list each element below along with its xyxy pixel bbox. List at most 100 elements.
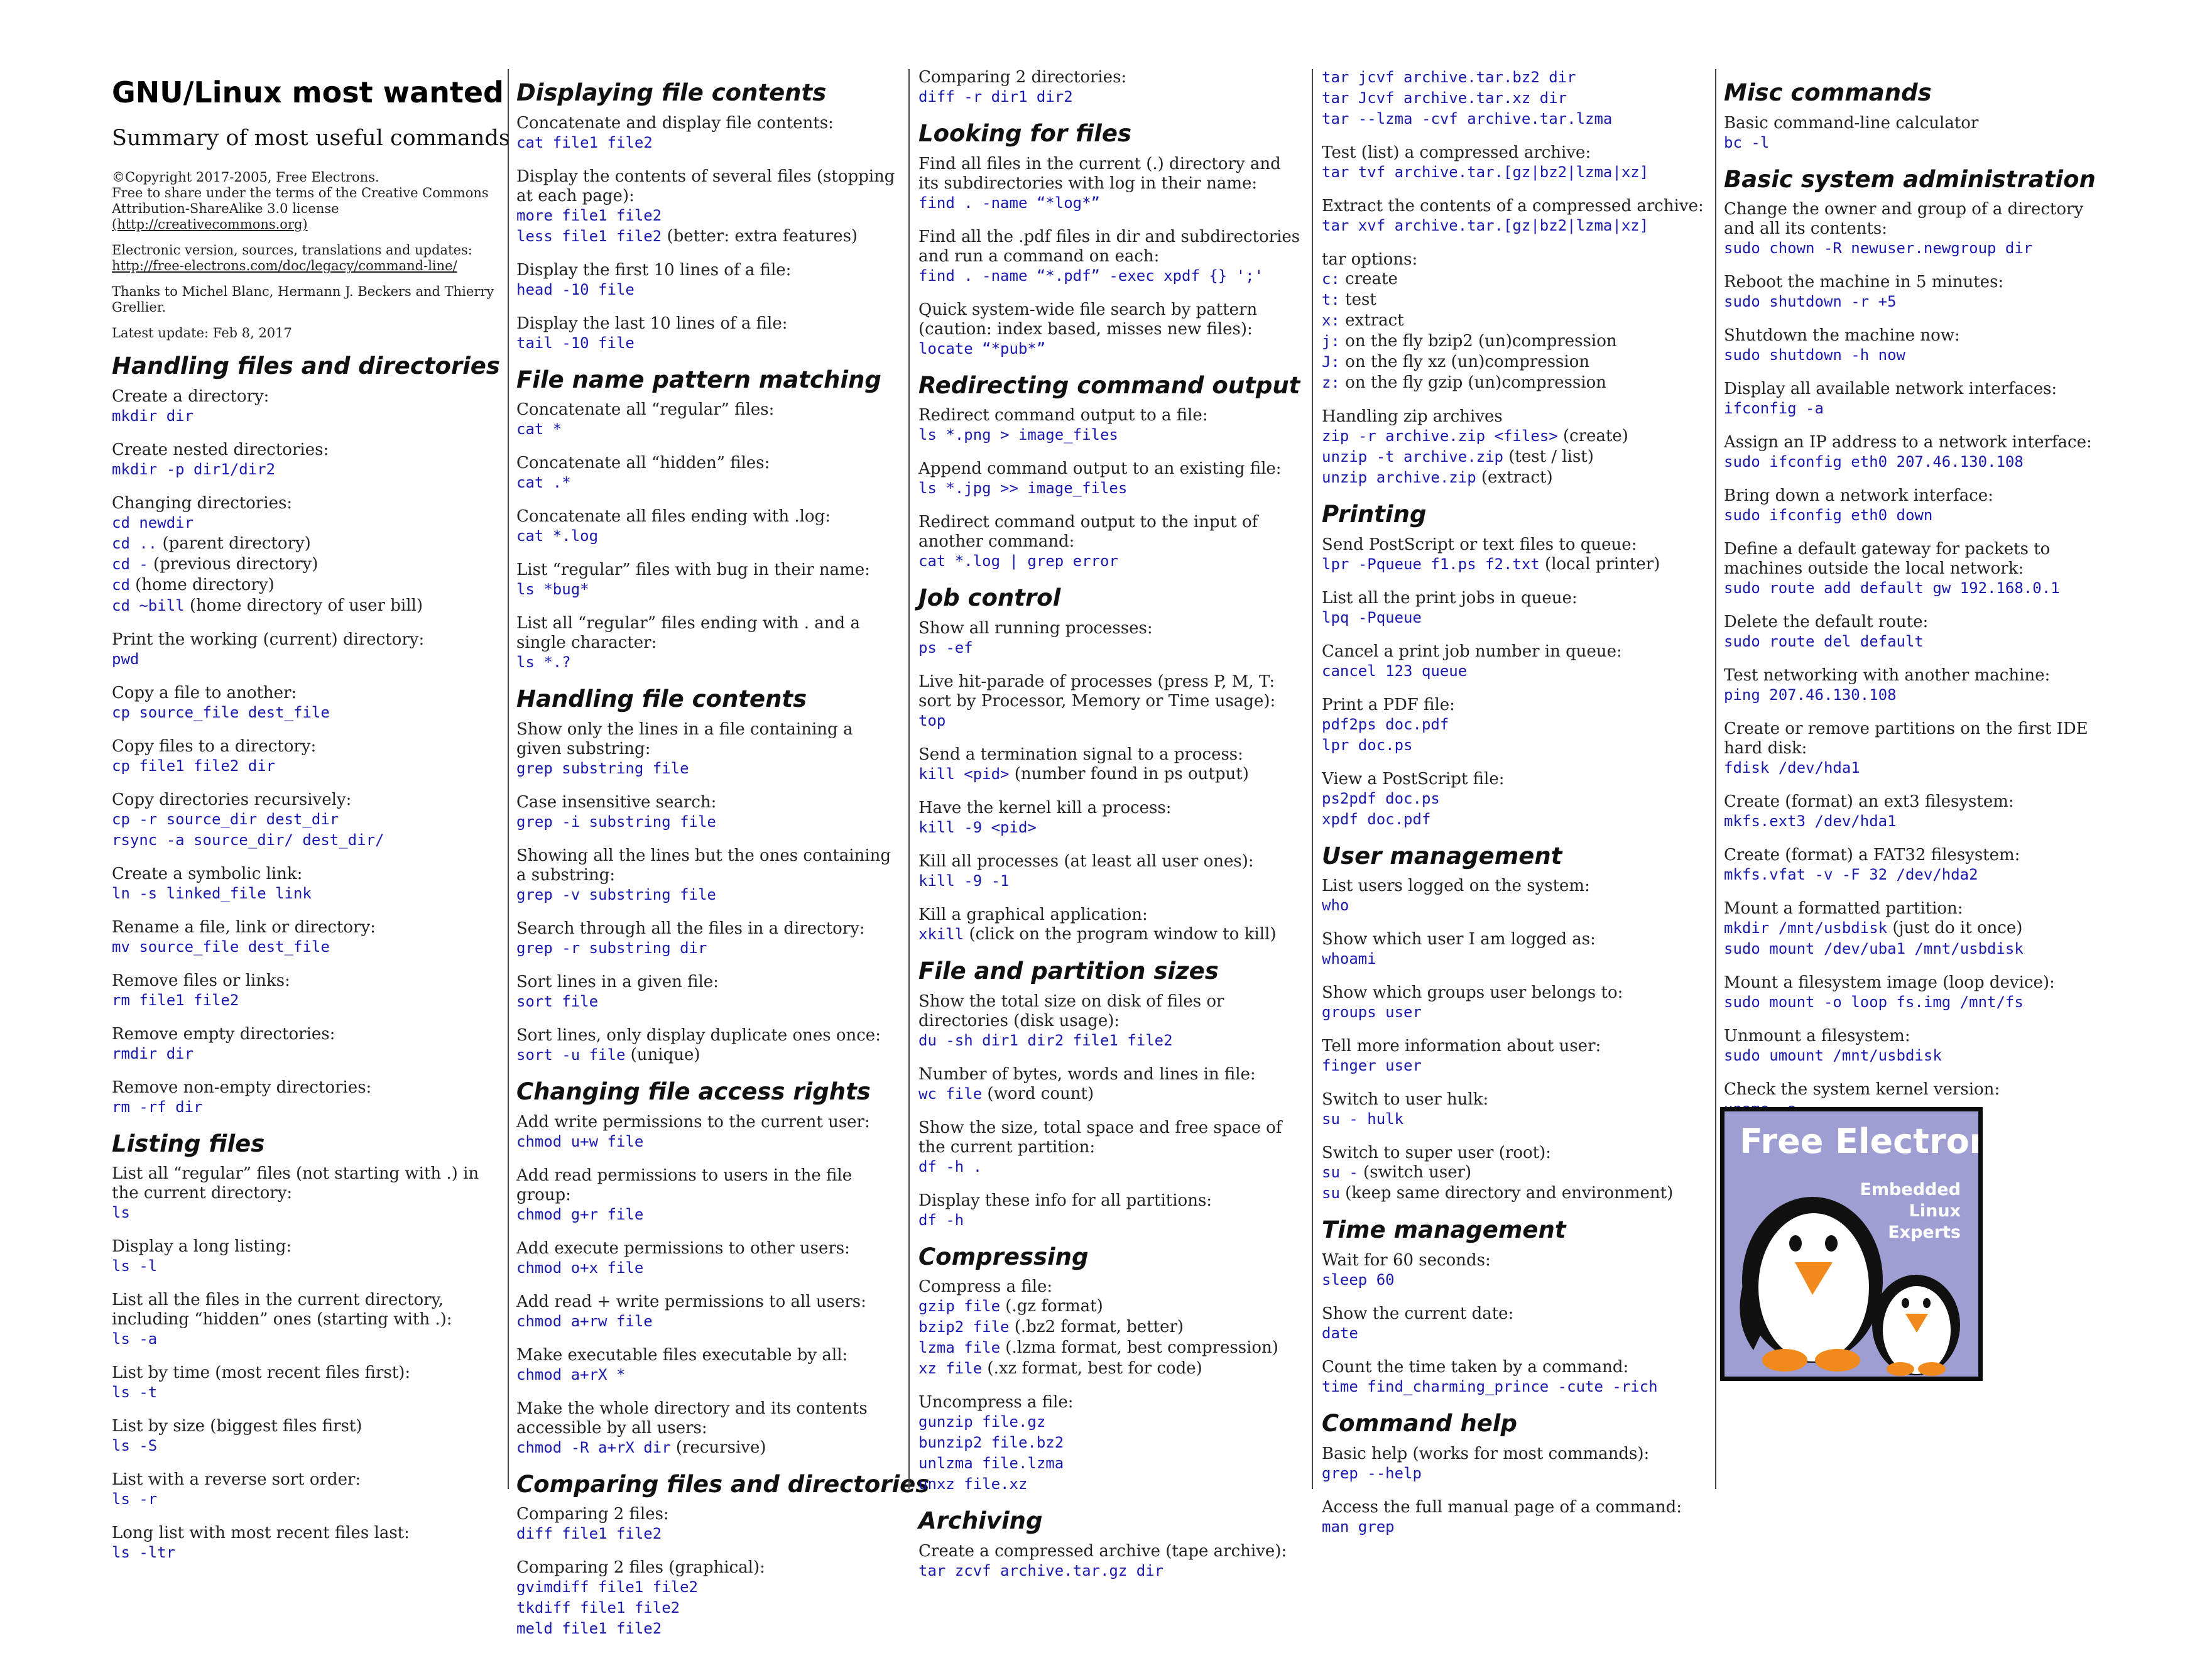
command-line: rmdir dir xyxy=(112,1044,501,1065)
command-entry: Sort lines in a given file: sort file xyxy=(516,973,901,1013)
command-code: rm file1 file2 xyxy=(112,991,239,1009)
command-line: cat file1 file2 xyxy=(516,133,901,154)
command-entry: Show all running processes: ps -ef xyxy=(918,619,1303,659)
command-line: kill -9 <pid> xyxy=(918,818,1303,839)
command-entry: Remove non-empty directories: rm -rf dir xyxy=(112,1078,501,1118)
command-description: Test (list) a compressed archive: xyxy=(1322,143,1591,162)
command-entry: Display these info for all partitions: df… xyxy=(918,1191,1303,1231)
command-entry: Comparing 2 files (graphical): gvimdiff f… xyxy=(516,1558,901,1640)
command-line: ls *.png > image_files xyxy=(918,425,1303,446)
command-code: lpr doc.ps xyxy=(1322,736,1413,754)
column-divider xyxy=(508,69,509,1489)
command-code: diff file1 file2 xyxy=(516,1525,662,1543)
command-code: mv source_file dest_file xyxy=(112,937,330,956)
command-note: create xyxy=(1339,270,1398,288)
command-description: Handling zip archives xyxy=(1322,407,1503,426)
command-line: top xyxy=(918,711,1303,732)
command-code: J: xyxy=(1322,353,1340,371)
column-divider xyxy=(908,69,910,1489)
column-4: tar jcvf archive.tar.bz2 dir tar Jcvf arc… xyxy=(1322,68,1706,1551)
command-description: Extract the contents of a compressed arc… xyxy=(1322,197,1704,215)
command-code: cat * xyxy=(516,420,562,439)
command-entry: Send a termination signal to a process: k… xyxy=(918,745,1303,785)
command-code: sudo route del default xyxy=(1724,633,1924,651)
command-line: lpq -Pqueue xyxy=(1322,608,1706,629)
command-line: pwd xyxy=(112,650,501,670)
command-entry: Basic help (works for most commands): gre… xyxy=(1322,1444,1706,1485)
command-code: ls *.? xyxy=(516,653,571,672)
command-code: tail -10 file xyxy=(516,334,635,352)
command-line: sudo mount -o loop fs.img /mnt/fs xyxy=(1724,993,2113,1013)
command-description: Add write permissions to the current use… xyxy=(516,1112,870,1132)
command-code: wc file xyxy=(918,1084,983,1103)
logo-title: Free Electrons xyxy=(1740,1121,1978,1161)
command-entry: Display the first 10 lines of a file: hea… xyxy=(516,261,901,301)
command-entry: Create (format) an ext3 filesystem: mkfs.… xyxy=(1724,792,2113,832)
command-description: Comparing 2 directories: xyxy=(918,68,1127,87)
command-entry: List all the files in the current direct… xyxy=(112,1290,501,1350)
command-code: xpdf doc.pdf xyxy=(1322,810,1431,828)
command-code: x: xyxy=(1322,312,1340,329)
command-line: cp source_file dest_file xyxy=(112,703,501,724)
command-description: Redirect command output to the input of … xyxy=(918,513,1258,552)
command-description: Bring down a network interface: xyxy=(1724,486,1993,506)
command-code: su xyxy=(1322,1184,1340,1203)
command-description: Remove files or links: xyxy=(112,971,290,990)
command-code: find . -name “*log*” xyxy=(918,194,1100,212)
command-line: find . -name “*.pdf” -exec xpdf {} ';' xyxy=(918,266,1303,287)
command-code: unxz file.xz xyxy=(918,1475,1028,1493)
command-description: Redirect command output to a file: xyxy=(918,406,1208,425)
electronic-version-link[interactable]: http://free-electrons.com/doc/legacy/com… xyxy=(112,258,457,273)
command-note: (click on the program window to kill) xyxy=(964,925,1277,944)
command-description: Check the system kernel version: xyxy=(1724,1080,2000,1099)
command-description: Mount a filesystem image (loop device): xyxy=(1724,973,2055,993)
command-description: Send PostScript or text files to queue: xyxy=(1322,535,1637,554)
license-link[interactable]: (http://creativecommons.org) xyxy=(112,217,308,232)
command-line: grep -v substring file xyxy=(516,885,901,906)
column-5: Misc commands Basic command-line calculat… xyxy=(1724,68,2113,1133)
command-line: find . -name “*log*” xyxy=(918,194,1303,214)
command-description: Showing all the lines but the ones conta… xyxy=(516,846,891,885)
command-code: chmod o+x file xyxy=(516,1258,644,1277)
cheat-sheet-page: GNU/Linux most wanted Summary of most us… xyxy=(0,0,2212,1637)
section-heading-changing-file-access-rights: Changing file access rights xyxy=(516,1078,871,1106)
command-entry: Test (list) a compressed archive: tar tvf… xyxy=(1322,143,1706,183)
command-code: rsync -a source_dir/ dest_dir/ xyxy=(112,831,384,849)
command-code: cp -r source_dir dest_dir xyxy=(112,810,339,828)
command-code: pdf2ps doc.pdf xyxy=(1322,715,1449,733)
command-line: cat .* xyxy=(516,473,901,494)
command-description: List by time (most recent files first): xyxy=(112,1363,411,1383)
command-code: bzip2 file xyxy=(918,1318,1010,1336)
command-description: Make the whole directory and its content… xyxy=(516,1399,868,1438)
command-line: ls *.? xyxy=(516,653,901,674)
command-code: gzip file xyxy=(918,1297,1001,1316)
command-note: (home directory) xyxy=(129,575,275,594)
command-description: Rename a file, link or directory: xyxy=(112,917,376,937)
command-code: zip -r archive.zip <files> xyxy=(1322,427,1558,445)
section-heading-file-and-partition-sizes: File and partition sizes xyxy=(918,957,1219,985)
command-code: diff -r dir1 dir2 xyxy=(918,88,1073,106)
command-description: Concatenate all files ending with .log: xyxy=(516,507,831,526)
command-entry: List with a reverse sort order: ls -r xyxy=(112,1470,501,1510)
command-line: grep -r substring dir xyxy=(516,939,901,959)
command-code: ls -r xyxy=(112,1490,158,1508)
command-line: ls *.jpg >> image_files xyxy=(918,479,1303,499)
command-line: rm file1 file2 xyxy=(112,991,501,1012)
command-line: J: on the fly xz (un)compression xyxy=(1322,352,1706,373)
command-description: Show only the lines in a file containing… xyxy=(516,720,853,759)
command-entry: Change the owner and group of a director… xyxy=(1724,200,2113,259)
command-entry: Display the last 10 lines of a file: tail… xyxy=(516,314,901,354)
command-code: cat *.log xyxy=(516,527,599,545)
command-line: su (keep same directory and environment) xyxy=(1322,1184,1706,1204)
command-code: sudo route add default gw 192.168.0.1 xyxy=(1724,579,2060,597)
command-note: extract xyxy=(1339,311,1404,330)
command-code: mkfs.ext3 /dev/hda1 xyxy=(1724,812,1897,831)
command-note: (keep same directory and environment) xyxy=(1339,1184,1674,1203)
command-code: grep substring file xyxy=(516,760,689,778)
section-heading-printing: Printing xyxy=(1322,501,1427,528)
command-code: ls -S xyxy=(112,1437,158,1455)
section-heading-displaying-file-contents: Displaying file contents xyxy=(516,79,827,106)
command-entry: tar jcvf archive.tar.bz2 dir tar Jcvf arc… xyxy=(1322,68,1706,130)
command-entry: Have the kernel kill a process: kill -9 <… xyxy=(918,799,1303,839)
command-code: sleep 60 xyxy=(1322,1271,1395,1289)
